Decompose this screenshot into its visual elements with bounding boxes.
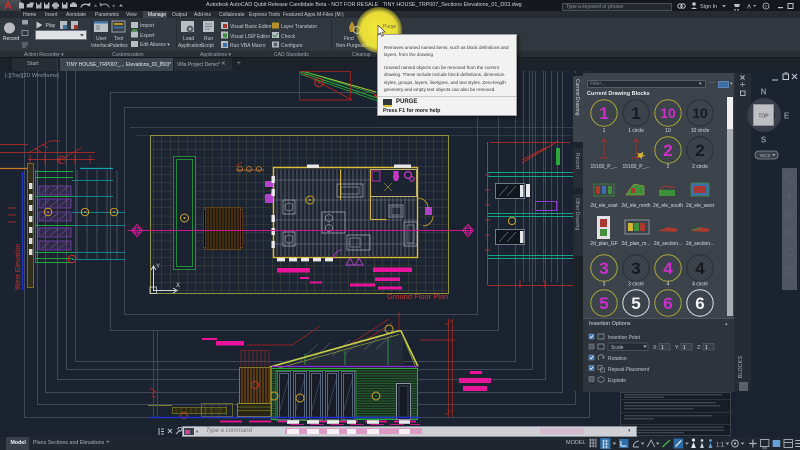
svg-text:4: 4 (663, 259, 673, 278)
svg-text:2d_plan_m...: 2d_plan_m... (622, 241, 651, 247)
svg-text:1:1: 1:1 (716, 442, 724, 448)
svg-text:Explode: Explode (608, 378, 626, 384)
svg-text:X:: X: (653, 345, 658, 351)
svg-text:6: 6 (695, 294, 704, 313)
svg-text:1: 1 (661, 345, 664, 351)
svg-text:10: 10 (660, 105, 676, 121)
svg-text:1: 1 (705, 345, 708, 351)
svg-text:1: 1 (599, 104, 608, 123)
svg-text:2d_plan_GF: 2d_plan_GF (590, 241, 618, 247)
svg-text:2 circle: 2 circle (692, 164, 708, 170)
svg-text:1: 1 (683, 345, 686, 351)
svg-text:1: 1 (631, 104, 640, 123)
svg-text:4: 4 (667, 282, 670, 288)
svg-text:2d_ele_east: 2d_ele_east (590, 203, 618, 209)
svg-text:4: 4 (695, 259, 705, 278)
svg-text:2d_ele_south: 2d_ele_south (653, 203, 683, 209)
svg-text:WCS: WCS (760, 153, 771, 158)
svg-text:S: S (761, 136, 767, 145)
svg-text:2d_ele_west: 2d_ele_west (686, 203, 715, 209)
svg-text:5: 5 (599, 294, 608, 313)
svg-text:Repeat Placement: Repeat Placement (608, 367, 650, 373)
svg-text:2d_section...: 2d_section... (654, 241, 682, 247)
svg-text:X: X (176, 283, 180, 289)
svg-text:1: 1 (603, 128, 606, 134)
svg-text:N: N (761, 88, 767, 97)
svg-text:2: 2 (695, 141, 704, 160)
svg-text:3 circle: 3 circle (628, 282, 644, 288)
svg-text:2d_section...: 2d_section... (686, 241, 714, 247)
svg-text:TOP: TOP (758, 114, 769, 120)
svg-text:3: 3 (631, 259, 640, 278)
svg-text:2: 2 (663, 141, 672, 160)
svg-text:Ground Floor Plan: Ground Floor Plan (387, 292, 448, 301)
svg-text:10: 10 (665, 128, 671, 134)
svg-text:2: 2 (667, 164, 670, 170)
svg-text:Insertion Point: Insertion Point (608, 335, 641, 341)
svg-text:2d_ele_north: 2d_ele_north (621, 203, 650, 209)
svg-text:West Elevation: West Elevation (15, 243, 22, 290)
svg-text:3: 3 (599, 259, 608, 278)
svg-text:15160_P_...: 15160_P_... (591, 164, 618, 170)
svg-text:10 circle: 10 circle (691, 128, 710, 134)
svg-text:Rotation: Rotation (608, 356, 627, 362)
svg-text:15160_P_...: 15160_P_... (623, 164, 650, 170)
svg-text:Y: Y (156, 264, 160, 270)
svg-text:A: A (747, 5, 751, 11)
svg-text:6: 6 (663, 294, 672, 313)
svg-text:1 circle: 1 circle (628, 128, 644, 134)
svg-text:10: 10 (692, 105, 708, 121)
svg-text:Z:: Z: (697, 345, 701, 351)
svg-text:A: A (136, 230, 138, 234)
svg-text:Y:: Y: (675, 345, 679, 351)
svg-text:4 circle: 4 circle (692, 282, 708, 288)
svg-text:3: 3 (603, 282, 606, 288)
svg-text:E: E (784, 112, 790, 121)
svg-text:Scale: Scale (611, 345, 624, 351)
svg-text:A: A (467, 230, 469, 234)
svg-text:Sign In: Sign In (700, 4, 717, 10)
svg-text:5: 5 (631, 294, 640, 313)
